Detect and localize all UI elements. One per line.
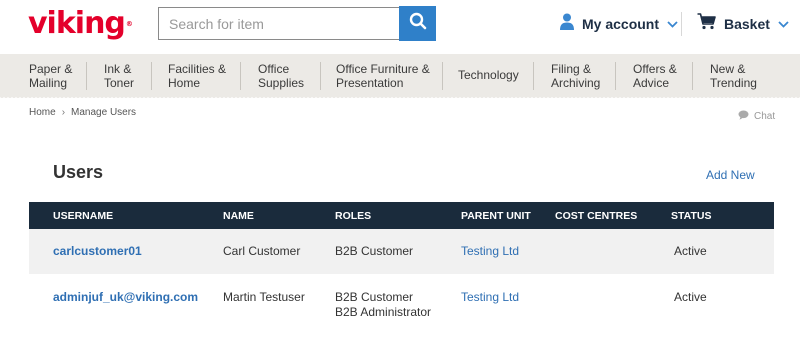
breadcrumb: Home › Manage Users bbox=[29, 107, 136, 118]
nav-scalloped-edge bbox=[0, 96, 800, 100]
nav-item-paper-mailing[interactable]: Paper & Mailing bbox=[29, 62, 72, 90]
nav-separator bbox=[533, 62, 534, 90]
logo-trademark: ® bbox=[125, 20, 133, 28]
user-status: Active bbox=[674, 290, 707, 304]
my-account-menu[interactable]: My account bbox=[560, 13, 678, 35]
nav-separator bbox=[240, 62, 241, 90]
user-status: Active bbox=[674, 244, 707, 258]
chat-label: Chat bbox=[754, 111, 776, 122]
header-divider bbox=[681, 12, 682, 36]
column-header-status: STATUS bbox=[671, 210, 712, 222]
nav-separator bbox=[692, 62, 693, 90]
search-button[interactable] bbox=[399, 6, 436, 41]
breadcrumb-home[interactable]: Home bbox=[29, 107, 56, 118]
parent-unit-link[interactable]: Testing Ltd bbox=[461, 290, 519, 305]
search-box bbox=[158, 7, 436, 40]
logo-text: viking bbox=[28, 6, 126, 41]
nav-separator bbox=[615, 62, 616, 90]
chat-bubble-icon bbox=[738, 110, 749, 123]
basket-label: Basket bbox=[724, 16, 770, 32]
username-link[interactable]: adminjuf_uk@viking.com bbox=[53, 290, 198, 305]
category-nav: Paper & Mailing Ink & Toner Facilities &… bbox=[0, 54, 800, 96]
users-table-header: USERNAME NAME ROLES PARENT UNIT COST CEN… bbox=[29, 202, 774, 229]
breadcrumb-separator: › bbox=[61, 107, 66, 118]
user-role: B2B Administrator bbox=[335, 305, 432, 319]
site-header: viking® My account bbox=[0, 0, 800, 54]
search-input[interactable] bbox=[159, 8, 399, 39]
nav-separator bbox=[442, 62, 443, 90]
table-row: carlcustomer01 Carl Customer B2B Custome… bbox=[29, 229, 774, 274]
viking-logo[interactable]: viking® bbox=[28, 7, 133, 41]
table-row: adminjuf_uk@viking.com Martin Testuser B… bbox=[29, 274, 774, 326]
basket-icon bbox=[697, 13, 716, 35]
username-link[interactable]: carlcustomer01 bbox=[53, 244, 142, 259]
nav-item-office-furniture[interactable]: Office Furniture & Presentation bbox=[336, 62, 430, 90]
nav-item-office-supplies[interactable]: Office Supplies bbox=[258, 62, 304, 90]
nav-item-new-trending[interactable]: New & Trending bbox=[710, 62, 757, 90]
column-header-parent-unit: PARENT UNIT bbox=[461, 210, 531, 222]
user-icon bbox=[560, 13, 574, 35]
column-header-cost-centres: COST CENTRES bbox=[555, 210, 638, 222]
parent-unit-link[interactable]: Testing Ltd bbox=[461, 244, 519, 259]
add-new-link[interactable]: Add New bbox=[706, 168, 755, 182]
nav-separator bbox=[320, 62, 321, 90]
page-title: Users bbox=[53, 162, 104, 182]
search-icon bbox=[409, 12, 427, 35]
nav-item-filing-archiving[interactable]: Filing & Archiving bbox=[551, 62, 600, 90]
user-role: B2B Customer bbox=[335, 290, 414, 304]
basket-menu[interactable]: Basket bbox=[697, 13, 789, 35]
nav-item-ink-toner[interactable]: Ink & Toner bbox=[104, 62, 134, 90]
user-name: Martin Testuser bbox=[223, 290, 305, 304]
nav-item-offers-advice[interactable]: Offers & Advice bbox=[633, 62, 677, 90]
column-header-username: USERNAME bbox=[53, 210, 114, 222]
breadcrumb-current: Manage Users bbox=[71, 107, 137, 118]
column-header-roles: ROLES bbox=[335, 210, 372, 222]
nav-separator bbox=[86, 62, 87, 90]
my-account-label: My account bbox=[582, 16, 660, 32]
user-name: Carl Customer bbox=[223, 244, 301, 258]
nav-item-technology[interactable]: Technology bbox=[458, 68, 519, 96]
chat-button[interactable]: Chat bbox=[738, 110, 775, 123]
nav-separator bbox=[151, 62, 152, 90]
column-header-name: NAME bbox=[223, 210, 254, 222]
user-role: B2B Customer bbox=[335, 244, 414, 258]
chevron-down-icon bbox=[667, 15, 678, 33]
chevron-down-icon bbox=[778, 15, 789, 33]
nav-item-facilities-home[interactable]: Facilities & Home bbox=[168, 62, 226, 90]
